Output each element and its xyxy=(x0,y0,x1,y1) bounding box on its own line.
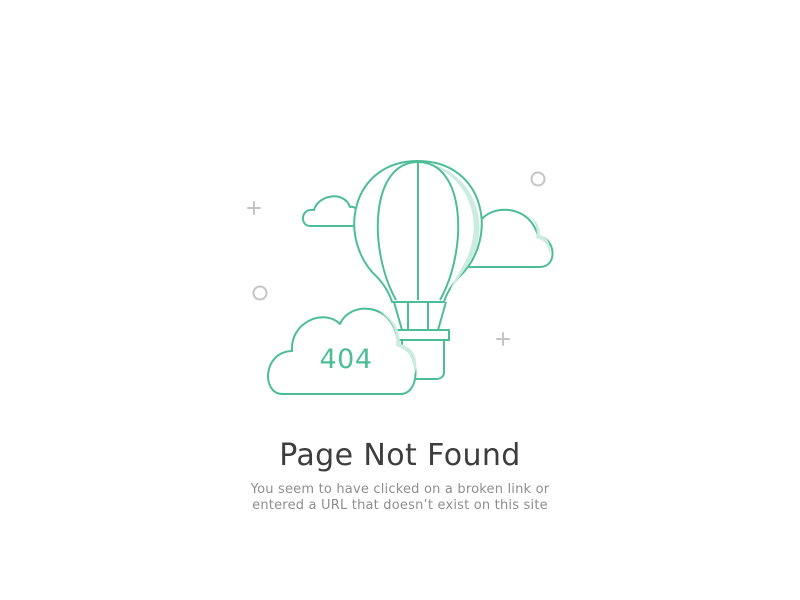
plus-icon xyxy=(496,332,510,346)
error-message: You seem to have clicked on a broken lin… xyxy=(230,482,570,514)
error-message-line: entered a URL that doesn’t exist on this… xyxy=(252,498,548,513)
message-block: Page Not Found You seem to have clicked … xyxy=(0,436,800,514)
circle-icon xyxy=(530,171,546,187)
plus-icon xyxy=(247,201,261,215)
error-message-line: You seem to have clicked on a broken lin… xyxy=(250,482,550,497)
not-found-page: 404 Page Not Found You seem to have clic… xyxy=(0,0,800,600)
error-code: 404 xyxy=(319,344,372,375)
page-title: Page Not Found xyxy=(279,438,521,473)
cloud-icon xyxy=(302,195,360,227)
circle-icon xyxy=(252,285,268,301)
cloud-404: 404 xyxy=(267,307,417,395)
balloon-illustration: 404 xyxy=(247,160,554,395)
